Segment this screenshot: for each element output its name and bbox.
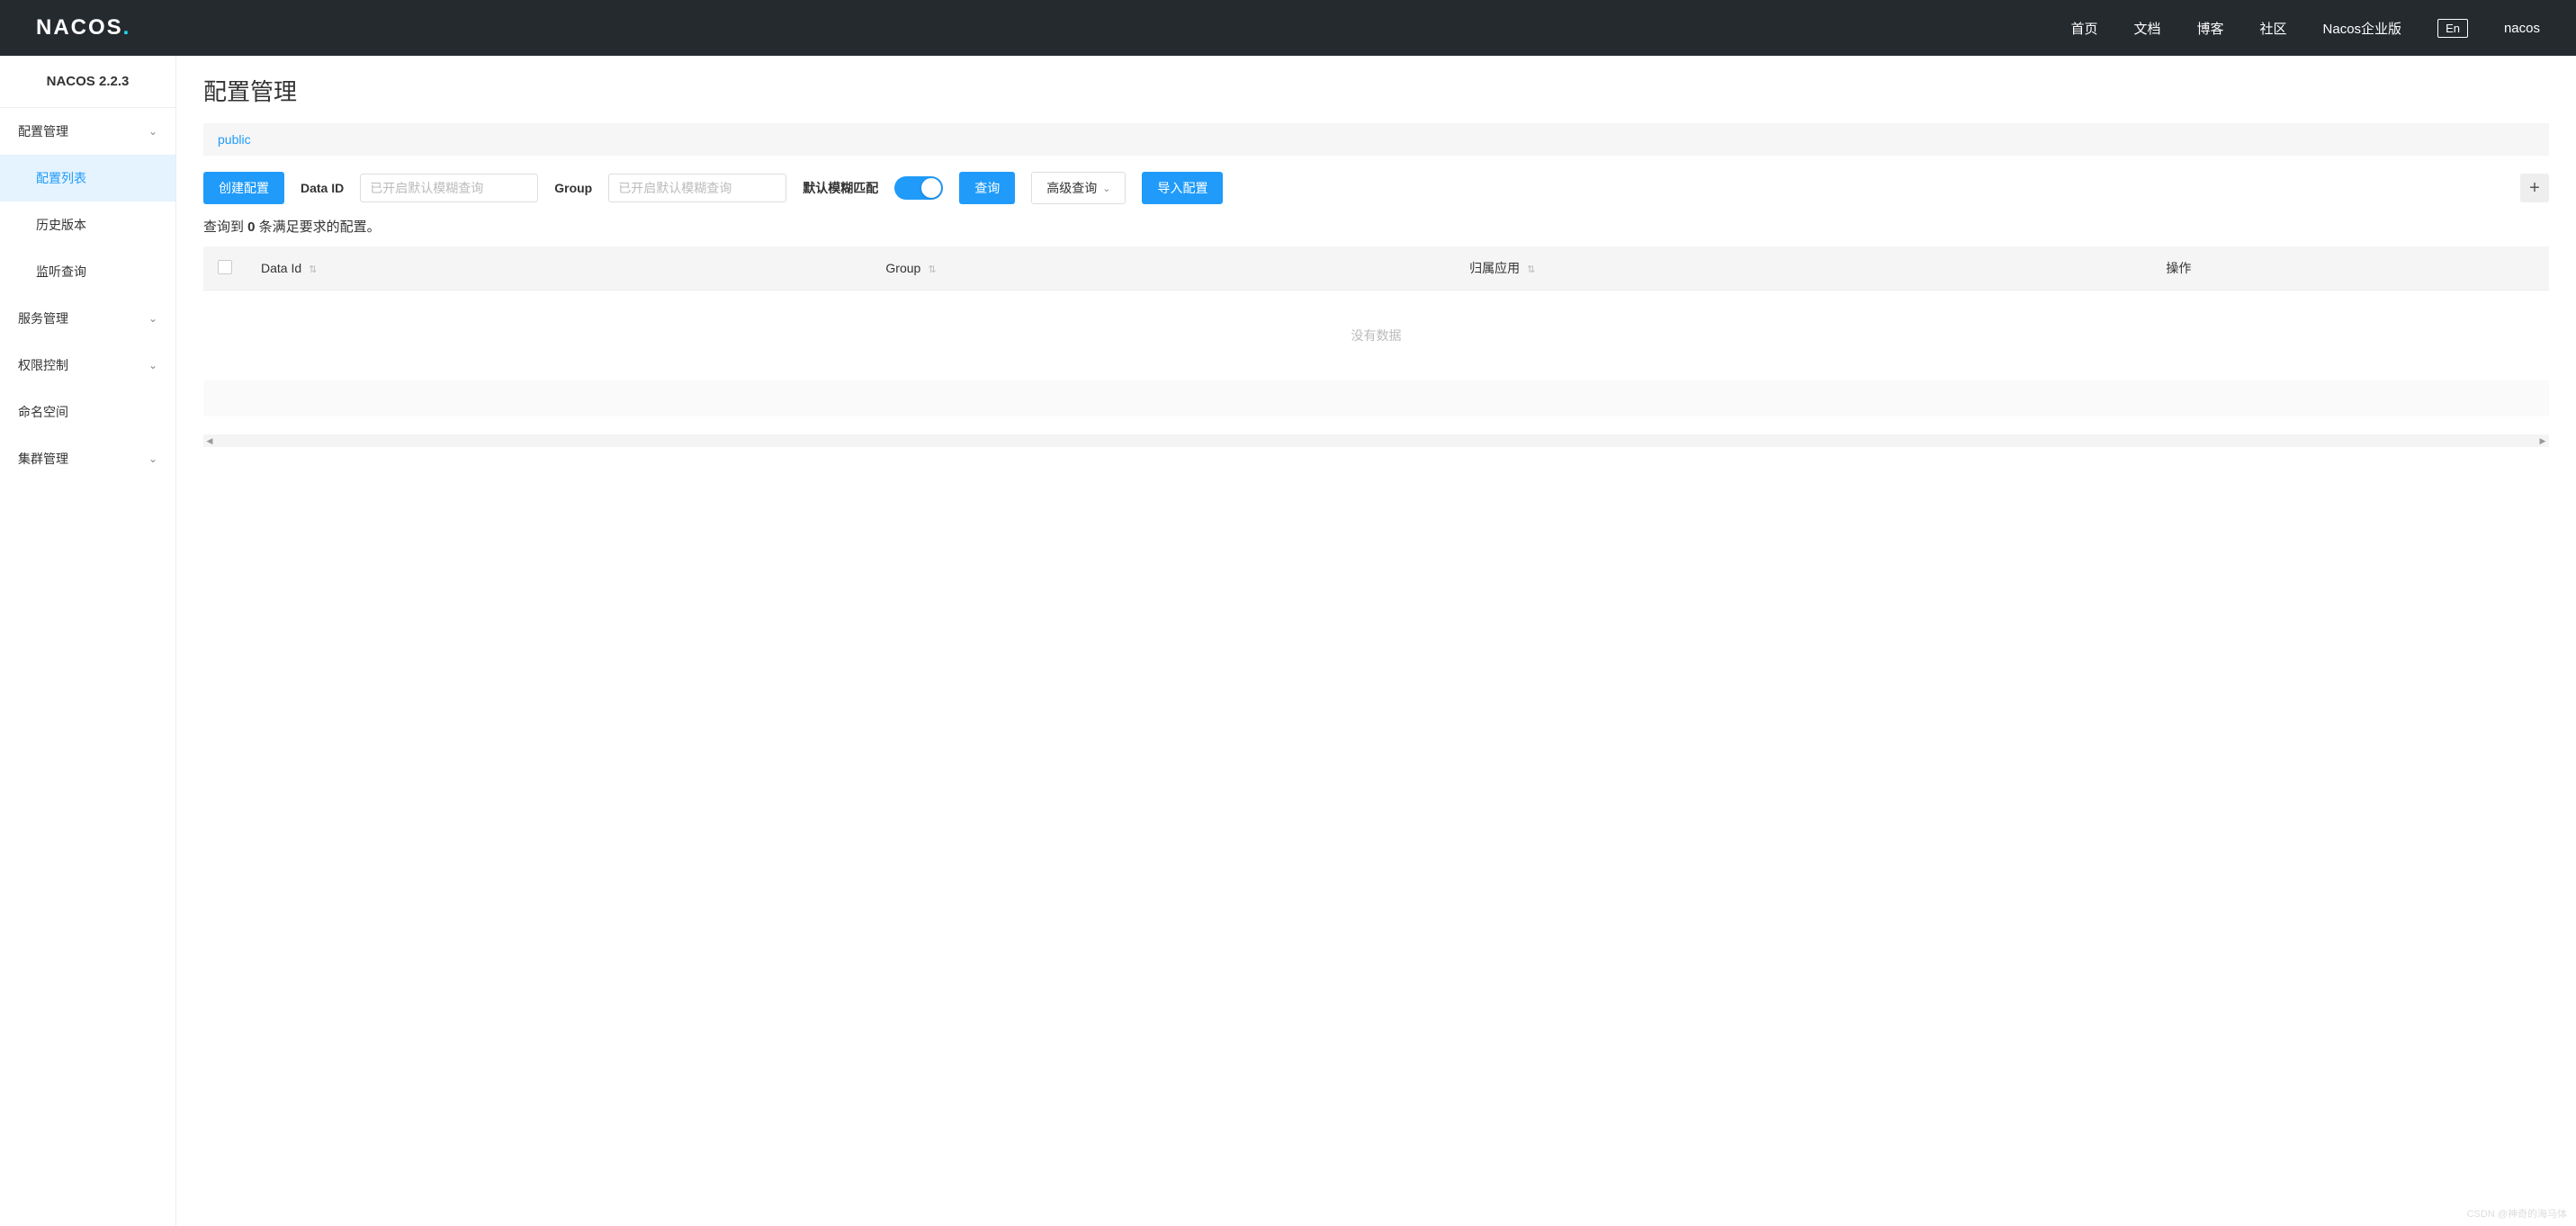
group-input[interactable]: [608, 174, 786, 202]
sidebar-item-cluster[interactable]: 集群管理 ⌄: [0, 435, 175, 482]
sidebar-label: 历史版本: [36, 216, 86, 234]
logo-text: NACOS: [36, 15, 123, 40]
sidebar: NACOS 2.2.3 配置管理 ⌄ 配置列表 历史版本 监听查询 服务管理 ⌄…: [0, 56, 176, 1226]
watermark: CSDN @神奇的海马体: [2467, 1206, 2567, 1221]
sidebar-label: 监听查询: [36, 263, 86, 281]
empty-message: 没有数据: [203, 291, 2549, 381]
app-header: NACOS. 首页 文档 博客 社区 Nacos企业版 En nacos: [0, 0, 2576, 56]
sidebar-title: NACOS 2.2.3: [0, 56, 175, 108]
logo-dot-icon: .: [123, 15, 130, 40]
sidebar-label: 集群管理: [18, 450, 68, 468]
switch-knob-icon: [921, 178, 941, 198]
advanced-query-label: 高级查询: [1046, 179, 1097, 197]
sidebar-item-listener-query[interactable]: 监听查询: [0, 248, 175, 295]
table-footer: [203, 380, 2549, 416]
data-id-input[interactable]: [360, 174, 538, 202]
import-config-button[interactable]: 导入配置: [1142, 172, 1223, 204]
sidebar-item-auth[interactable]: 权限控制 ⌄: [0, 342, 175, 389]
table-header-app[interactable]: 归属应用⇅: [1455, 246, 2151, 291]
scroll-left-icon[interactable]: ◀: [203, 434, 216, 447]
sort-icon: ⇅: [309, 264, 317, 275]
sort-icon: ⇅: [1527, 264, 1535, 275]
nav-user[interactable]: nacos: [2504, 21, 2540, 36]
toolbar: 创建配置 Data ID Group 默认模糊匹配 查询 高级查询 ⌄ 导入配置…: [203, 172, 2549, 204]
horizontal-scrollbar[interactable]: ◀ ▶: [203, 434, 2549, 447]
sidebar-item-history[interactable]: 历史版本: [0, 201, 175, 248]
sidebar-label: 命名空间: [18, 403, 68, 421]
add-button[interactable]: +: [2520, 174, 2549, 202]
sidebar-item-config-mgmt[interactable]: 配置管理 ⌄: [0, 108, 175, 155]
group-label: Group: [554, 181, 592, 195]
chevron-down-icon: ⌄: [1102, 183, 1110, 194]
advanced-query-button[interactable]: 高级查询 ⌄: [1031, 172, 1126, 204]
table-header-data-id[interactable]: Data Id⇅: [247, 246, 871, 291]
fuzzy-match-toggle[interactable]: [894, 176, 943, 200]
sidebar-item-service-mgmt[interactable]: 服务管理 ⌄: [0, 295, 175, 342]
plus-icon: +: [2529, 178, 2540, 199]
sidebar-label: 配置列表: [36, 169, 86, 187]
chevron-down-icon: ⌄: [148, 125, 157, 138]
nav-blog[interactable]: 博客: [2197, 19, 2224, 38]
sidebar-label: 配置管理: [18, 122, 68, 140]
sidebar-item-namespace[interactable]: 命名空间: [0, 389, 175, 435]
data-id-label: Data ID: [301, 181, 344, 195]
main-content: 配置管理 public 创建配置 Data ID Group 默认模糊匹配 查询…: [176, 56, 2576, 1226]
result-summary: 查询到 0 条满足要求的配置。: [203, 217, 2549, 236]
language-toggle[interactable]: En: [2437, 19, 2468, 38]
create-config-button[interactable]: 创建配置: [203, 172, 284, 204]
nav-enterprise[interactable]: Nacos企业版: [2323, 19, 2402, 38]
table-header-checkbox: [203, 246, 247, 291]
nav-docs[interactable]: 文档: [2133, 19, 2160, 38]
sidebar-label: 服务管理: [18, 309, 68, 327]
chevron-down-icon: ⌄: [148, 452, 157, 465]
header-nav: 首页 文档 博客 社区 Nacos企业版 En nacos: [2070, 19, 2540, 38]
select-all-checkbox[interactable]: [218, 260, 232, 274]
namespace-bar: public: [203, 123, 2549, 156]
nav-home[interactable]: 首页: [2070, 19, 2097, 38]
query-button[interactable]: 查询: [959, 172, 1015, 204]
sidebar-item-config-list[interactable]: 配置列表: [0, 155, 175, 201]
nav-community[interactable]: 社区: [2260, 19, 2287, 38]
sidebar-label: 权限控制: [18, 356, 68, 374]
table-empty-row: 没有数据: [203, 291, 2549, 381]
namespace-tab-public[interactable]: public: [218, 132, 251, 147]
table-header-ops: 操作: [2151, 246, 2549, 291]
page-title: 配置管理: [203, 74, 2549, 107]
chevron-down-icon: ⌄: [148, 312, 157, 325]
table-header-group[interactable]: Group⇅: [871, 246, 1455, 291]
logo[interactable]: NACOS.: [36, 15, 129, 40]
result-count: 0: [247, 219, 255, 235]
fuzzy-match-label: 默认模糊匹配: [803, 179, 878, 197]
sort-icon: ⇅: [928, 264, 936, 275]
chevron-down-icon: ⌄: [148, 359, 157, 371]
scroll-right-icon[interactable]: ▶: [2536, 434, 2549, 447]
config-table: Data Id⇅ Group⇅ 归属应用⇅ 操作 没有数据: [203, 246, 2549, 416]
